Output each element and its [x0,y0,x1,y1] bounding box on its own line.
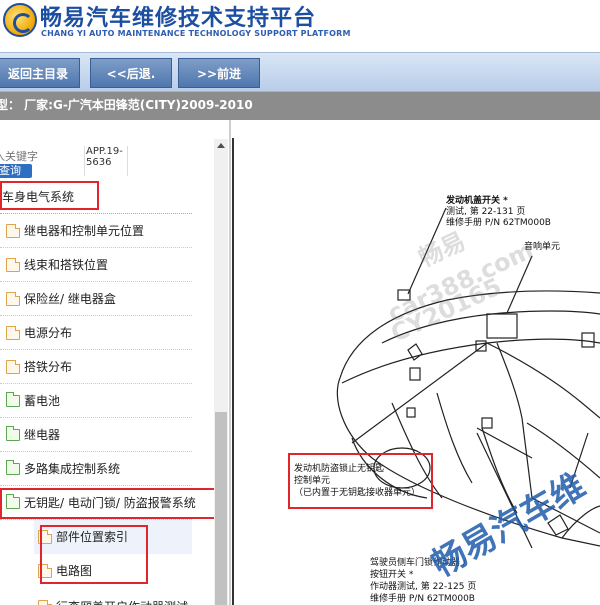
tree-item-label: 搭铁分布 [24,360,73,374]
search-button[interactable]: 查询 [0,164,32,178]
folder-icon [6,392,20,407]
tree-item-label: 部件位置索引 [56,530,129,544]
search-area: 查询 APP.19-5636 [0,138,210,180]
file-icon [6,326,20,340]
tree-item-label: 多路集成控制系统 [24,462,121,476]
search-input[interactable] [0,147,56,165]
callout-hood-switch: 发动机盖开关 * [446,196,508,206]
tree-item-label: 无钥匙/ 电动门锁/ 防盗报警系统 [24,496,196,510]
file-icon [6,360,20,374]
tree-subitem[interactable]: 行李厢盖开启作动器测试 [34,590,210,605]
car-diagram [336,207,600,549]
tree-item[interactable]: 蓄电池 [0,384,214,418]
tree-item-label: 电路图 [56,564,93,578]
site-title: 畅易汽车维修技术支持平台 [40,6,317,31]
document-code: APP.19-5636 [84,146,128,176]
tree-subitem[interactable]: 部件位置索引 [34,520,192,554]
callout-hood-switch-manual: 维修手册 P/N 62TM000B [446,218,551,228]
file-icon [6,224,20,238]
callout-immobilizer-line2: 控制单元 [294,476,331,486]
brand-logo-icon [3,3,37,37]
back-button[interactable]: <<后退. [90,58,172,88]
tree-item[interactable]: 继电器和控制单元位置 [0,214,214,248]
tree-item-label: 保险丝/ 继电器盒 [24,292,116,306]
file-icon [6,292,20,306]
callout-door-lock-line3: 作动器测试, 第 22-125 页 [370,582,477,592]
scroll-thumb[interactable] [215,412,227,605]
model-info-bar: 型： 厂家:G-广汽本田锋范(CITY)2009-2010 [0,92,600,120]
file-icon [38,600,52,605]
tree-section-label: 车身电气系统 [2,190,75,204]
tree-subitem[interactable]: 电路图 [34,554,192,588]
tree-item[interactable]: 多路集成控制系统 [0,452,214,486]
callout-hood-switch-test: 测试, 第 22-131 页 [446,207,526,217]
tree-item-label: 继电器和控制单元位置 [24,224,145,238]
tree-section-body-electrical[interactable]: 车身电气系统 [0,180,214,214]
site-subtitle: CHANG YI AUTO MAINTENANCE TECHNOLOGY SUP… [41,29,351,38]
tree-item-selected-folder[interactable]: 无钥匙/ 电动门锁/ 防盗报警系统 [0,486,214,520]
tree-item[interactable]: 继电器 [0,418,214,452]
tree-item[interactable]: 电源分布 [0,316,214,350]
tree-item-label: 蓄电池 [24,394,61,408]
callout-door-lock-line4: 维修手册 P/N 62TM000B [370,594,475,604]
tree-scrollbar[interactable] [214,139,228,605]
diagram-panel: 畅易 car388.com CY20165 发动机盖开关 * 测试, 第 22-… [232,138,600,605]
home-button[interactable]: 返回主目录 [0,58,80,88]
file-icon [38,564,52,578]
tree-item-label: 电源分布 [24,326,73,340]
tree-item[interactable]: 保险丝/ 继电器盒 [0,282,214,316]
app-header: 畅易汽车维修技术支持平台 CHANG YI AUTO MAINTENANCE T… [0,0,600,52]
scroll-up-icon[interactable] [214,139,228,153]
tree-item[interactable]: 线束和搭铁位置 [0,248,214,282]
file-icon [38,530,52,544]
nav-bar: 返回主目录 <<后退. >>前进 [0,52,600,92]
callout-door-lock-line2: 按钮开关 * [370,570,414,580]
callout-immobilizer-line3: （已内置于无钥匙接收器单元） [294,488,421,498]
folder-open-icon [6,494,20,509]
folder-icon [6,426,20,441]
callout-audio-unit: 音响单元 [524,242,561,252]
tree-item-label: 行李厢盖开启作动器测试 [56,590,188,605]
model-info-text: 型： 厂家:G-广汽本田锋范(CITY)2009-2010 [0,98,253,112]
tree-item-label: 继电器 [24,428,61,442]
callout-immobilizer-line1: 发动机防盗锁止无钥匙 [294,464,385,474]
file-icon [6,258,20,272]
folder-icon [6,460,20,475]
left-tree-panel: 查询 APP.19-5636 车身电气系统 继电器和控制单元位置 线束和搭铁位置… [0,120,231,605]
forward-button[interactable]: >>前进 [178,58,260,88]
tree-item[interactable]: 搭铁分布 [0,350,214,384]
tree-item-label: 线束和搭铁位置 [24,258,109,272]
